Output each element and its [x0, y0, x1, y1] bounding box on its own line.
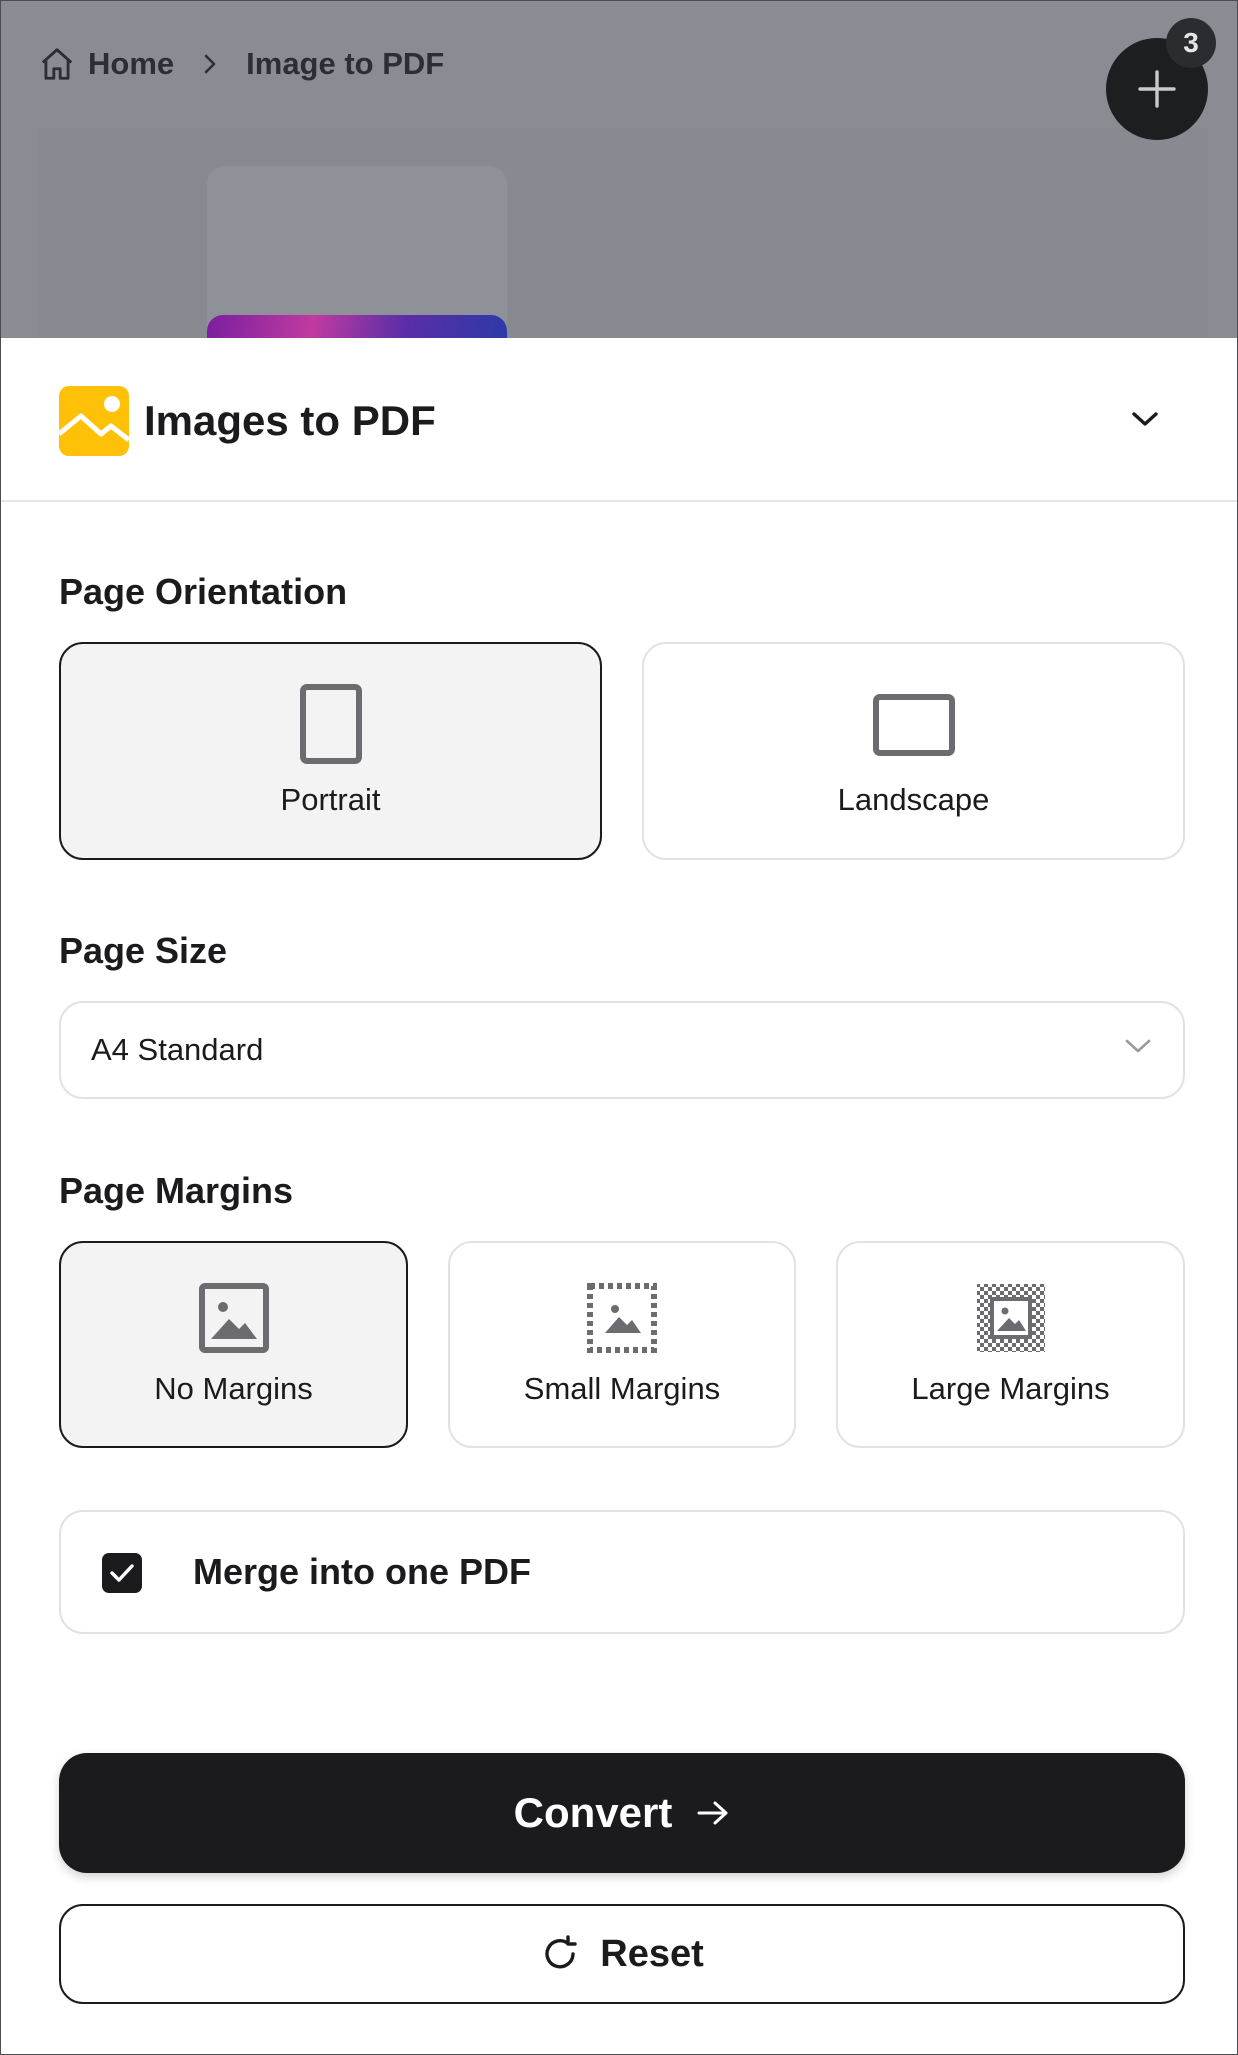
breadcrumb: Home Image to PDF: [38, 40, 444, 88]
background-page: Home Image to PDF 3: [0, 0, 1238, 366]
home-icon: [41, 48, 73, 80]
large-margins-icon: [838, 1283, 1183, 1353]
landscape-page-icon: [644, 694, 1183, 756]
page-size-label: Page Size: [59, 930, 228, 971]
margins-large-label: Large Margins: [911, 1371, 1110, 1406]
chevron-down-icon: [1125, 1039, 1151, 1053]
breadcrumb-current-label: Image to PDF: [246, 46, 445, 81]
arrow-right-icon: [697, 1801, 728, 1825]
margins-small-option[interactable]: Small Margins: [448, 1241, 796, 1448]
page-orientation-label: Page Orientation: [59, 571, 348, 612]
chevron-down-icon: [1132, 412, 1158, 426]
sheet-header[interactable]: Images to PDF: [0, 338, 1238, 502]
plus-icon: [1138, 70, 1176, 108]
sheet-title: Images to PDF: [144, 397, 436, 444]
reset-button[interactable]: Reset: [59, 1904, 1185, 2004]
orientation-landscape-label: Landscape: [837, 782, 990, 817]
reset-label: Reset: [600, 1932, 704, 1975]
portrait-page-icon: [61, 684, 600, 764]
breadcrumb-home[interactable]: Home: [38, 45, 174, 83]
convert-button[interactable]: Convert: [59, 1753, 1185, 1873]
orientation-portrait-label: Portrait: [280, 782, 381, 817]
check-icon: [110, 1564, 134, 1582]
breadcrumb-home-label: Home: [88, 46, 175, 81]
no-margins-icon: [61, 1283, 406, 1353]
merge-label: Merge into one PDF: [193, 1551, 532, 1592]
orientation-landscape-option[interactable]: Landscape: [642, 642, 1185, 860]
margins-large-option[interactable]: Large Margins: [836, 1241, 1185, 1448]
convert-label: Convert: [513, 1789, 673, 1836]
collapse-button[interactable]: [1120, 394, 1170, 444]
page-margins-label: Page Margins: [59, 1170, 294, 1211]
margins-none-option[interactable]: No Margins: [59, 1241, 408, 1448]
page-size-value: A4 Standard: [91, 1032, 264, 1067]
chevron-right-icon: [200, 52, 220, 76]
settings-sheet: Images to PDF Page Orientation Portrait …: [0, 338, 1238, 2055]
merge-option-row[interactable]: Merge into one PDF: [59, 1510, 1185, 1634]
image-icon: [59, 386, 129, 456]
orientation-portrait-option[interactable]: Portrait: [59, 642, 602, 860]
refresh-icon: [545, 1935, 577, 1969]
image-count-badge: 3: [1166, 18, 1216, 68]
margins-small-label: Small Margins: [523, 1371, 721, 1406]
page-size-select[interactable]: A4 Standard: [59, 1001, 1185, 1099]
small-margins-icon: [450, 1283, 794, 1353]
margins-none-label: No Margins: [154, 1371, 313, 1406]
merge-checkbox[interactable]: [102, 1553, 142, 1593]
breadcrumb-current: Image to PDF: [246, 46, 444, 82]
